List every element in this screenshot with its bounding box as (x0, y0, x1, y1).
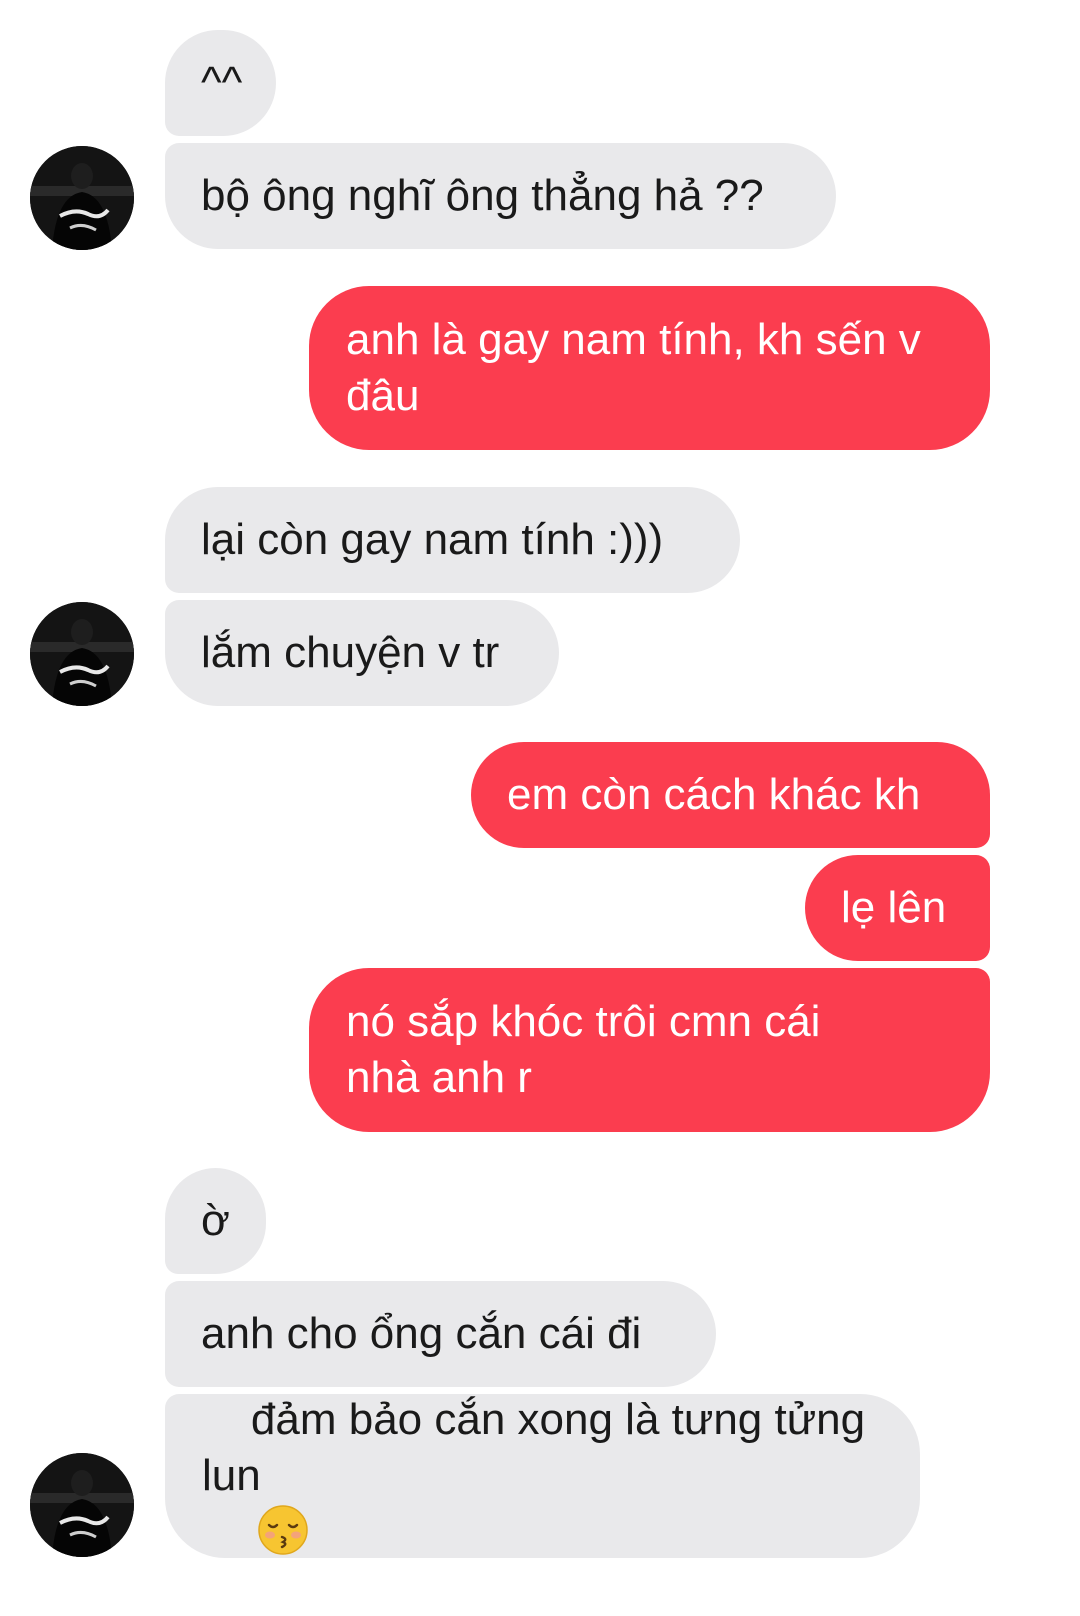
message-text: lẹ lên (841, 883, 947, 932)
message-text-content: đảm bảo cắn xong là tưng tửng lun (202, 1394, 878, 1500)
message-bubble-incoming[interactable]: đảm bảo cắn xong là tưng tửng lun (165, 1394, 920, 1558)
contact-avatar[interactable] (30, 146, 134, 250)
message-bubble-incoming[interactable]: bộ ông nghĩ ông thẳng hả ?? (165, 143, 836, 249)
message-text: nó sắp khóc trôi cmn cái nhà anh r (346, 997, 833, 1102)
message-text: lại còn gay nam tính :))) (201, 515, 664, 564)
message-text: ờ (201, 1196, 230, 1245)
message-text: đảm bảo cắn xong là tưng tửng lun (202, 1336, 880, 1616)
avatar-photo-icon (30, 146, 134, 250)
message-text: anh là gay nam tính, kh sến v đâu (346, 315, 934, 420)
message-bubble-incoming[interactable]: lắm chuyện v tr (165, 600, 559, 706)
message-bubble-incoming[interactable]: ờ (165, 1168, 266, 1274)
message-bubble-incoming[interactable]: ^^ (165, 30, 276, 136)
message-text: ^^ (201, 58, 243, 107)
message-text: bộ ông nghĩ ông thẳng hả ?? (201, 171, 764, 220)
message-bubble-outgoing[interactable]: nó sắp khóc trôi cmn cái nhà anh r (309, 968, 990, 1132)
kissing-face-with-closed-eyes-icon (258, 1505, 308, 1555)
message-bubble-outgoing[interactable]: em còn cách khác kh (471, 742, 990, 848)
avatar-photo-icon (30, 602, 134, 706)
message-text: lắm chuyện v tr (201, 628, 500, 677)
contact-avatar[interactable] (30, 1453, 134, 1557)
message-bubble-incoming[interactable]: lại còn gay nam tính :))) (165, 487, 740, 593)
avatar-photo-icon (30, 1453, 134, 1557)
contact-avatar[interactable] (30, 602, 134, 706)
message-text: em còn cách khác kh (507, 770, 921, 819)
message-bubble-outgoing[interactable]: lẹ lên (805, 855, 990, 961)
message-bubble-outgoing[interactable]: anh là gay nam tính, kh sến v đâu (309, 286, 990, 450)
